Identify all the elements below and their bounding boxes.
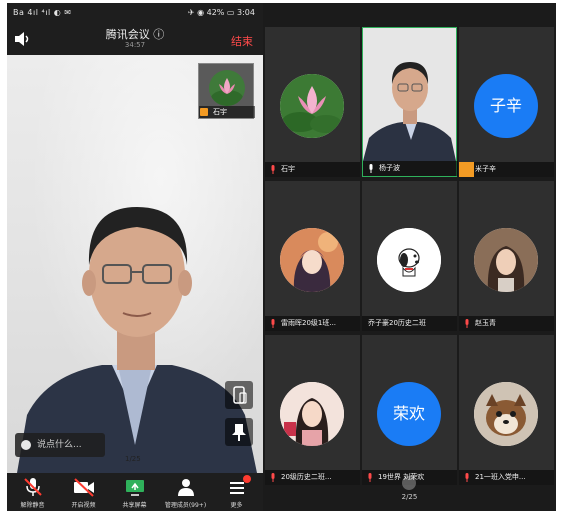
start-video-label: 开启视频	[71, 502, 96, 509]
lotus-avatar	[209, 70, 245, 106]
participant-name-label: 雷雨晖20级1班...	[265, 316, 360, 331]
dog-avatar	[474, 382, 538, 446]
unmute-button[interactable]: 解除静音	[7, 473, 58, 511]
pin-button[interactable]	[225, 418, 253, 446]
mic-muted-icon	[24, 478, 42, 496]
participant-tile[interactable]: 赵玉青	[459, 181, 554, 331]
mic-icon	[369, 164, 373, 173]
notification-dot	[243, 475, 251, 483]
share-screen-label: 共享屏幕	[122, 502, 147, 509]
participant-video	[363, 28, 456, 161]
mic-muted-icon	[465, 319, 469, 328]
mic-muted-icon	[271, 319, 275, 328]
participant-tile-active[interactable]: 杨子波	[362, 27, 458, 177]
girl-photo-avatar	[474, 228, 538, 292]
emoji-icon[interactable]	[21, 440, 31, 450]
speaker-view-screen: Ba 4ıl ⁴ıl ◐ ✉ ✈ ◉ 42% ▭ 3:04 腾讯会议 ⓘ 34:…	[7, 3, 263, 511]
pin-icon	[232, 424, 246, 441]
mic-muted-icon	[271, 473, 275, 482]
participant-name: 赵玉青	[475, 319, 496, 327]
participant-tile[interactable]: 乔子豪20历史二班	[362, 181, 457, 331]
text-avatar: 子辛	[474, 74, 538, 138]
participant-name: 乔子豪20历史二班	[368, 319, 426, 327]
manage-members-button[interactable]: 管理成员(99+)	[160, 473, 211, 511]
participant-tile[interactable]: 21一班入党申...	[459, 335, 554, 485]
more-label: 更多	[230, 502, 243, 509]
participant-name-label: 赵玉青	[459, 316, 554, 331]
chat-input[interactable]: 说点什么...	[15, 433, 105, 457]
mic-muted-icon	[465, 473, 469, 482]
participant-name-label: 21一班入党申...	[459, 470, 554, 485]
participant-name: 雷雨晖20级1班...	[281, 319, 337, 327]
participant-name: 石宇	[281, 165, 295, 173]
pip-self-view[interactable]: 石宇	[198, 63, 255, 119]
mic-muted-icon	[368, 473, 372, 482]
more-button[interactable]: 更多	[211, 473, 262, 511]
end-meeting-button[interactable]: 结束	[231, 33, 253, 49]
participant-name: 21一班入党申...	[475, 473, 526, 481]
members-icon	[178, 479, 194, 496]
participant-tile[interactable]: 荣欢 19世界 刘荣欢	[362, 335, 457, 485]
bottom-toolbar: 解除静音 开启视频 共享屏幕 管理成员(99+) 更多	[7, 473, 263, 511]
participant-name-label: 石宇	[265, 162, 360, 177]
switch-camera-button[interactable]	[225, 381, 253, 409]
participant-tile[interactable]: 20级历史二班...	[265, 335, 360, 485]
pip-name-label: 石宇	[199, 106, 255, 118]
screen-share-icon	[126, 480, 144, 496]
page-indicator: 1/25	[125, 455, 141, 463]
page-indicator: 2/25	[401, 493, 418, 501]
meeting-header: 腾讯会议 ⓘ 34:57 结束	[7, 23, 263, 55]
host-badge-icon	[200, 108, 208, 116]
participant-name: 20级历史二班...	[281, 473, 332, 481]
gallery-view-screen: 石宇 杨子波 子辛 米子辛 雷雨晖20级1班... 乔子豪20历史二班 赵玉青 …	[263, 3, 556, 511]
status-signal-text: Ba 4ıl ⁴ıl ◐ ✉	[13, 8, 72, 17]
host-badge-icon	[459, 162, 474, 177]
share-screen-button[interactable]: 共享屏幕	[109, 473, 160, 511]
participant-tile[interactable]: 石宇	[265, 27, 360, 177]
participant-tile[interactable]: 子辛 米子辛	[459, 27, 554, 177]
status-bar: Ba 4ıl ⁴ıl ◐ ✉ ✈ ◉ 42% ▭ 3:04	[7, 3, 263, 23]
meeting-timer: 34:57	[124, 41, 146, 49]
unmute-label: 解除静音	[20, 502, 45, 509]
phone-rotate-icon	[233, 386, 247, 404]
manage-members-label: 管理成员(99+)	[164, 502, 207, 509]
anime-girl-avatar	[280, 228, 344, 292]
participant-name-label: 乔子豪20历史二班	[362, 316, 457, 331]
participant-name-label: 杨子波	[363, 161, 458, 176]
pip-name: 石宇	[213, 108, 227, 116]
chat-placeholder: 说点什么...	[37, 440, 82, 450]
girl-portrait-avatar	[280, 382, 344, 446]
camera-off-icon	[74, 478, 94, 497]
lotus-avatar	[280, 74, 344, 138]
snoopy-avatar	[377, 228, 441, 292]
main-video[interactable]: 石宇 说点什么... 1/25	[7, 55, 263, 473]
participant-name: 杨子波	[379, 164, 400, 172]
meeting-title[interactable]: 腾讯会议 ⓘ	[7, 26, 263, 42]
mic-float-icon[interactable]	[402, 476, 416, 490]
participant-grid: 石宇 杨子波 子辛 米子辛 雷雨晖20级1班... 乔子豪20历史二班 赵玉青 …	[263, 27, 556, 487]
participant-name-label: 米子辛	[459, 162, 554, 177]
participant-name: 19世界 刘荣欢	[378, 473, 425, 481]
start-video-button[interactable]: 开启视频	[58, 473, 109, 511]
status-battery-time: ✈ ◉ 42% ▭ 3:04	[187, 8, 255, 17]
text-avatar: 荣欢	[377, 382, 441, 446]
mic-muted-icon	[271, 165, 275, 174]
participant-tile[interactable]: 雷雨晖20级1班...	[265, 181, 360, 331]
participant-name-label: 20级历史二班...	[265, 470, 360, 485]
participant-name: 米子辛	[475, 165, 496, 173]
